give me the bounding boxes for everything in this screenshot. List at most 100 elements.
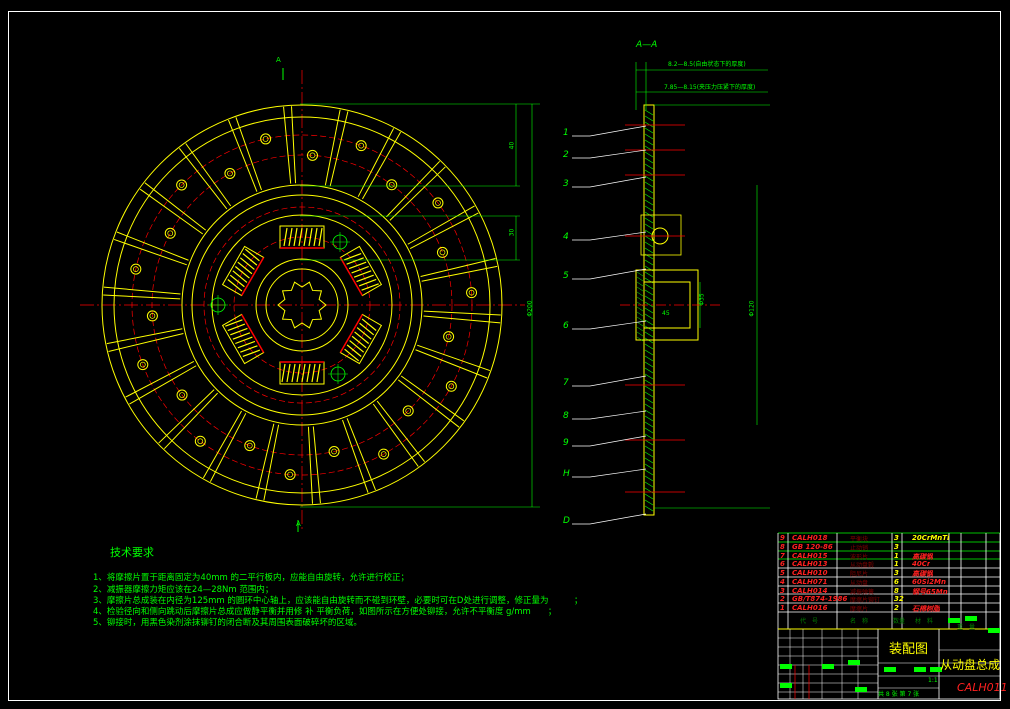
segment-slot — [103, 286, 181, 295]
hatch — [644, 211, 654, 218]
spring-coil — [281, 363, 286, 383]
part-no: 7 — [780, 552, 785, 560]
segment-slot — [103, 294, 181, 300]
spring-coil — [343, 252, 362, 261]
rivet-hole-inner — [262, 136, 269, 142]
spring-coil — [348, 261, 367, 270]
spring-coil — [311, 363, 316, 383]
spring-coil — [234, 266, 250, 279]
segment-slot — [290, 106, 297, 184]
hatch — [644, 433, 654, 440]
hatch — [644, 169, 654, 176]
section-mark-top: A — [276, 56, 281, 64]
scale: 1:1 — [928, 677, 938, 684]
spring-coil — [316, 363, 321, 383]
part-code: CALH071 — [792, 578, 828, 586]
spring-coil — [286, 363, 291, 383]
sheet-count: 共 8 张 第 7 张 — [878, 691, 920, 698]
green-fill-block — [914, 667, 926, 672]
leader-line — [589, 435, 647, 447]
spring-coil — [288, 227, 293, 247]
hatch — [644, 199, 654, 206]
header-name: 名 称 — [850, 618, 869, 625]
segment-slot — [409, 212, 479, 249]
part-material: 钢号65Mn — [912, 588, 948, 596]
hatch — [644, 313, 654, 320]
rivet-hole-inner — [197, 438, 204, 445]
segment-slot — [185, 143, 232, 207]
spring-coil — [237, 340, 256, 349]
green-fill-block — [988, 628, 1000, 633]
hatch — [644, 409, 654, 416]
part-qty: 6 — [894, 578, 899, 586]
spring-seat — [240, 257, 265, 296]
hatch — [644, 367, 654, 374]
rivet-hole — [355, 140, 367, 152]
segment-slot — [312, 426, 321, 504]
spring-coil — [239, 257, 255, 270]
part-material: 石棉树脂 — [912, 605, 940, 613]
hatch — [636, 331, 644, 337]
spring-coil — [353, 270, 372, 278]
spring-coil — [283, 227, 288, 247]
drawing-type: 装配图 — [889, 642, 929, 657]
part-qty: 2 — [894, 604, 899, 612]
hatch — [644, 403, 654, 410]
part-no: 5 — [780, 569, 785, 577]
damper-spring — [221, 313, 265, 365]
green-fill-block — [884, 667, 896, 672]
part-material: 60Si2Mn — [912, 578, 947, 586]
hatch — [636, 326, 644, 332]
part-code: CALH018 — [792, 534, 828, 542]
leader-line — [589, 176, 647, 188]
hatch — [644, 121, 654, 128]
part-code: GB/T874-1986 — [792, 595, 848, 603]
hatch — [644, 223, 654, 230]
segment-slot — [144, 182, 207, 231]
segment-slot — [423, 310, 501, 316]
hatch — [644, 451, 654, 458]
spring-coil — [293, 227, 298, 247]
spring-coil — [354, 331, 370, 344]
part-name: 从动盘 — [850, 580, 869, 587]
spring-coil — [346, 257, 364, 265]
rivet-hole-inner — [439, 249, 446, 256]
section-view-a-a — [572, 62, 770, 525]
part-material: 20CrMnTi — [912, 534, 950, 542]
green-fill-block — [848, 660, 860, 665]
hatch — [644, 151, 654, 158]
requirement-1: 1、将摩擦片置于距离固定为40mm 的二平行板内，应能自由旋转，允许进行校正； — [93, 573, 409, 583]
callout-D: D — [563, 516, 570, 526]
part-no: 8 — [780, 543, 785, 551]
hatch — [636, 311, 644, 317]
part-no: 2 — [780, 595, 785, 603]
segment-slot — [178, 147, 228, 210]
hatch — [644, 439, 654, 446]
dim-45: 45 — [662, 310, 670, 317]
segment-slot — [357, 128, 395, 197]
hatch — [636, 276, 644, 282]
hatch — [636, 291, 644, 297]
hatch — [644, 307, 654, 314]
segment-slot — [389, 166, 446, 221]
hatch — [644, 385, 654, 392]
hatch — [644, 463, 654, 470]
green-fill-block — [965, 616, 977, 621]
hatch — [644, 259, 654, 266]
hatch — [644, 109, 654, 116]
segment-slot — [283, 106, 292, 184]
hatch — [644, 397, 654, 404]
hatch — [636, 271, 644, 277]
hatch — [644, 475, 654, 482]
spring-coil — [235, 336, 253, 345]
hatch — [644, 295, 654, 302]
requirements-title: 技术要求 — [110, 546, 154, 559]
spring-coil — [232, 332, 251, 340]
hatch — [644, 157, 654, 164]
dim-30: 30 — [508, 228, 516, 237]
spring-coil — [308, 227, 313, 247]
green-fill-block — [780, 664, 792, 669]
dim-40: 40 — [508, 141, 516, 150]
hatch — [644, 133, 654, 140]
hatch — [644, 289, 654, 296]
